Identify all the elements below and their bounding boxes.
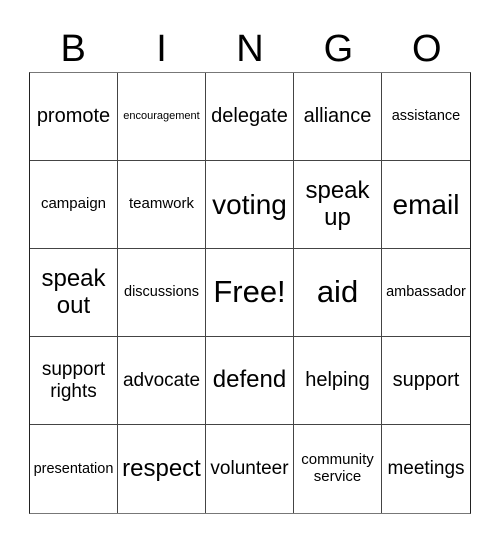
bingo-cell[interactable]: aid [294, 249, 382, 337]
bingo-cell[interactable]: respect [118, 425, 206, 513]
header-letter-o: O [411, 28, 442, 70]
bingo-cell[interactable]: community service [294, 425, 382, 513]
bingo-cell[interactable]: speak up [294, 161, 382, 249]
bingo-cell[interactable]: speak out [30, 249, 118, 337]
bingo-cell[interactable]: helping [294, 337, 382, 425]
bingo-cell[interactable]: alliance [294, 73, 382, 161]
bingo-cell[interactable]: ambassador [382, 249, 470, 337]
bingo-cell[interactable]: campaign [30, 161, 118, 249]
bingo-cell[interactable]: defend [206, 337, 294, 425]
bingo-cell[interactable]: email [382, 161, 470, 249]
bingo-cell[interactable]: meetings [382, 425, 470, 513]
header-letter-b: B [60, 28, 86, 70]
bingo-cell[interactable]: teamwork [118, 161, 206, 249]
bingo-board: promote encouragement delegate alliance … [29, 72, 471, 514]
bingo-header: B I N G O [29, 26, 471, 72]
bingo-cell[interactable]: voting [206, 161, 294, 249]
bingo-cell-free-space[interactable]: Free! [206, 249, 294, 337]
bingo-cell[interactable]: encouragement [118, 73, 206, 161]
header-letter-n: N [236, 28, 264, 70]
bingo-cell[interactable]: support rights [30, 337, 118, 425]
bingo-cell[interactable]: discussions [118, 249, 206, 337]
header-letter-g: G [323, 28, 354, 70]
bingo-cell[interactable]: assistance [382, 73, 470, 161]
bingo-cell[interactable]: volunteer [206, 425, 294, 513]
bingo-cell[interactable]: support [382, 337, 470, 425]
bingo-cell[interactable]: presentation [30, 425, 118, 513]
bingo-cell[interactable]: delegate [206, 73, 294, 161]
bingo-cell[interactable]: promote [30, 73, 118, 161]
header-letter-i: I [156, 28, 167, 70]
bingo-cell[interactable]: advocate [118, 337, 206, 425]
